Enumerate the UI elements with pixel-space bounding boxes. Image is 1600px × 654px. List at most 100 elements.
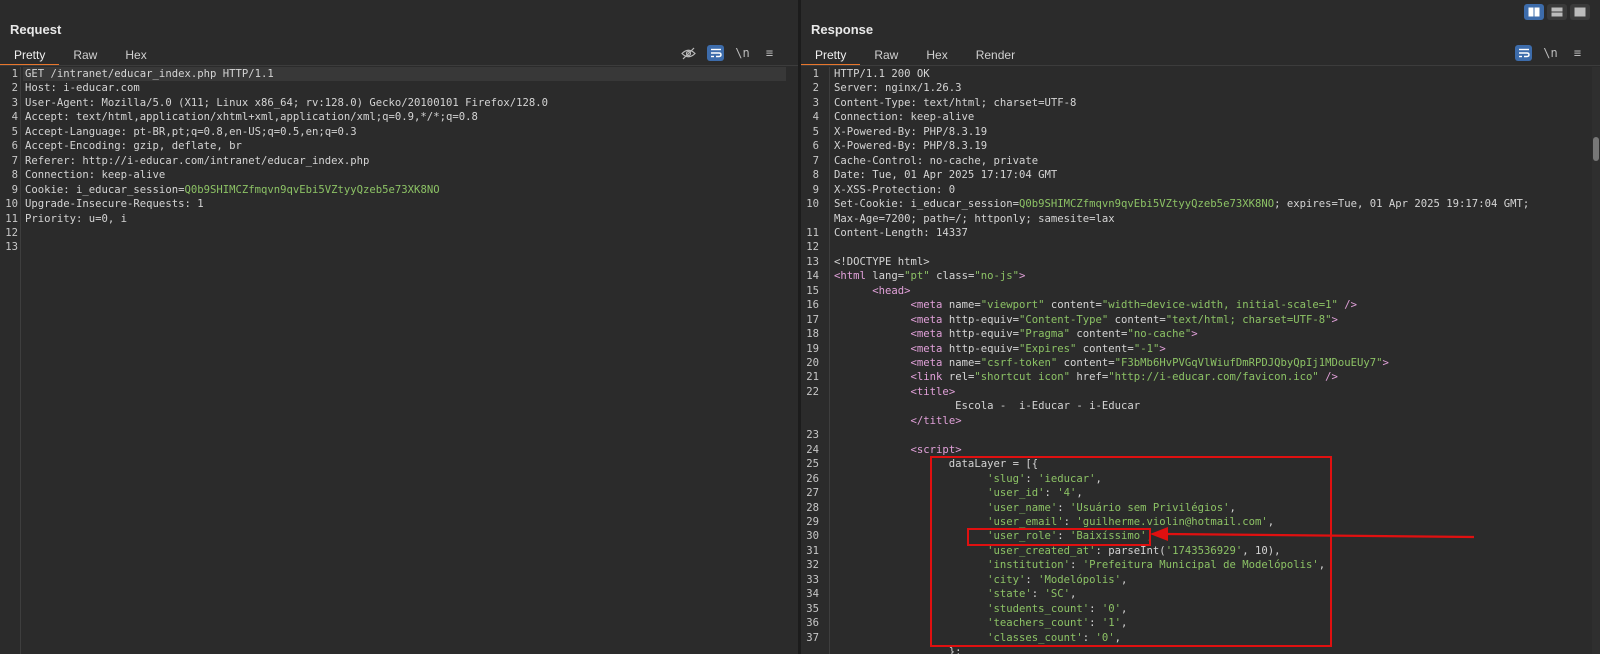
line-number: 7 [11, 154, 18, 167]
code-token: Accept: text/html,application/xhtml+xml,… [25, 111, 478, 124]
code-token: content= [1076, 342, 1134, 355]
code-token: content= [1057, 357, 1115, 369]
request-code-line: GET /intranet/educar_index.php HTTP/1.1 [25, 68, 274, 80]
code-token: Q0b9SHIMCZfmqvn9qvEbi5VZtyyQzeb5e73XK8NO [184, 183, 440, 196]
response-code-line: <html lang="pt" class="no-js"> [834, 270, 1025, 282]
newline-icon[interactable]: \n [734, 45, 751, 61]
line-number: 18 [806, 328, 819, 341]
request-code-line: Priority: u=0, i [25, 213, 127, 225]
code-token: content= [1044, 299, 1102, 312]
menu-icon[interactable]: ≡ [761, 45, 778, 61]
code-token: Referer: http://i-educar.com/intranet/ed… [25, 154, 370, 167]
tab-request-raw[interactable]: Raw [59, 44, 111, 66]
response-code-line: <title> [834, 386, 956, 398]
code-token: "Pragma" [1019, 328, 1071, 341]
line-number: 12 [5, 226, 18, 239]
code-token: Accept-Language: pt-BR,pt;q=0.8,en-US;q=… [25, 125, 357, 138]
request-code-line: Accept-Encoding: gzip, deflate, br [25, 140, 242, 152]
line-number: 17 [806, 313, 819, 326]
request-code-line: Upgrade-Insecure-Requests: 1 [25, 198, 204, 210]
line-number: 3 [812, 96, 819, 109]
tab-response-raw[interactable]: Raw [860, 44, 912, 66]
line-number: 9 [11, 183, 18, 196]
request-tabs: Pretty Raw Hex [0, 44, 161, 66]
line-number: 6 [11, 140, 18, 153]
line-number: 4 [812, 111, 819, 124]
code-token: Content-Type: text/html; charset=UTF-8 [834, 96, 1077, 109]
response-code-line: }; [834, 646, 962, 654]
eye-off-icon[interactable] [680, 45, 697, 61]
code-token: > [1191, 328, 1198, 341]
tab-response-hex[interactable]: Hex [912, 44, 961, 66]
tab-response-pretty[interactable]: Pretty [801, 44, 861, 66]
tab-request-pretty[interactable]: Pretty [0, 44, 60, 66]
response-code-line: Connection: keep-alive [834, 111, 974, 123]
line-number: 22 [806, 385, 819, 398]
line-number: 32 [806, 559, 819, 572]
request-editor[interactable]: 1 2 3 4 5 6 7 8 9 10 11 12 13 GET /intranet/educar_i… [0, 67, 798, 654]
line-number: 5 [11, 125, 18, 138]
line-number: 12 [806, 241, 819, 254]
line-number: 25 [806, 458, 819, 471]
response-tabs: Pretty Raw Hex Render [801, 44, 1029, 66]
request-code-line: Accept: text/html,application/xhtml+xml,… [25, 111, 478, 123]
code-token: HTTP/1.1 200 OK [834, 68, 930, 80]
layout-switcher [1524, 4, 1590, 20]
response-scrollbar[interactable] [1592, 67, 1600, 654]
code-token: > [1159, 342, 1166, 355]
layout-side-by-side-icon[interactable] [1524, 4, 1544, 20]
newline-icon[interactable]: \n [1542, 45, 1559, 61]
line-number: 2 [11, 82, 18, 95]
code-token: User-Agent: Mozilla/5.0 (X11; Linux x86_… [25, 96, 548, 109]
response-code-line: Server: nginx/1.26.3 [834, 82, 962, 94]
response-code-line: Escola - i-Educar - i-Educar [834, 400, 1140, 412]
line-number: 8 [812, 169, 819, 182]
line-number: 6 [812, 140, 819, 153]
response-code-line: Content-Type: text/html; charset=UTF-8 [834, 97, 1076, 109]
request-tab-divider [0, 65, 798, 66]
response-code-line: <head> [834, 285, 910, 297]
code-token: Priority: u=0, i [25, 212, 128, 225]
code-token: <meta [910, 313, 949, 326]
request-code-line: Connection: keep-alive [25, 169, 165, 181]
response-editor[interactable]: 1 2 3 4 5 6 7 8 9 10 11 12 13 14 15 16 17 18 19 20 21 22 23 24 2… [801, 67, 1600, 654]
code-token: /> [1337, 299, 1358, 312]
line-number: 1 [11, 68, 18, 80]
code-token: <link [910, 371, 949, 384]
code-token: X-Powered-By: PHP/8.3.19 [834, 140, 988, 153]
wrap-icon[interactable] [707, 45, 724, 61]
response-code-line: Cache-Control: no-cache, private [834, 155, 1038, 167]
wrap-icon[interactable] [1515, 45, 1532, 61]
code-token: /> [1318, 371, 1338, 384]
code-token: <meta [910, 342, 949, 355]
response-code-line: X-Powered-By: PHP/8.3.19 [834, 140, 987, 152]
line-number: 14 [806, 270, 819, 283]
code-token: X-Powered-By: PHP/8.3.19 [834, 125, 988, 138]
code-token: class= [929, 270, 975, 283]
code-token: "viewport" [980, 299, 1045, 312]
code-token: <!DOCTYPE html> [834, 255, 930, 268]
code-token: "Content-Type" [1019, 313, 1109, 326]
code-token: Accept-Encoding: gzip, deflate, br [25, 140, 242, 153]
layout-stacked-icon[interactable] [1547, 4, 1567, 20]
code-token: Connection: keep-alive [25, 169, 166, 182]
code-token: Q0b9SHIMCZfmqvn9qvEbi5VZtyyQzeb5e73XK8NO [1018, 198, 1275, 210]
response-scrollbar-thumb[interactable] [1593, 137, 1599, 161]
line-number: 16 [806, 299, 819, 312]
layout-single-icon[interactable] [1570, 4, 1590, 20]
code-token: "Expires" [1019, 342, 1077, 355]
code-token: Max-Age=7200; path=/; httponly; samesite… [834, 212, 1115, 225]
code-token: <script> [910, 443, 962, 456]
code-token: Server: nginx/1.26.3 [834, 82, 962, 95]
response-code-line: <meta name="viewport" content="width=dev… [834, 299, 1358, 312]
code-token: Set-Cookie: i_educar_session= [834, 198, 1019, 210]
menu-icon[interactable]: ≡ [1569, 45, 1586, 61]
tab-request-hex[interactable]: Hex [111, 44, 160, 66]
tab-response-render[interactable]: Render [962, 44, 1029, 66]
